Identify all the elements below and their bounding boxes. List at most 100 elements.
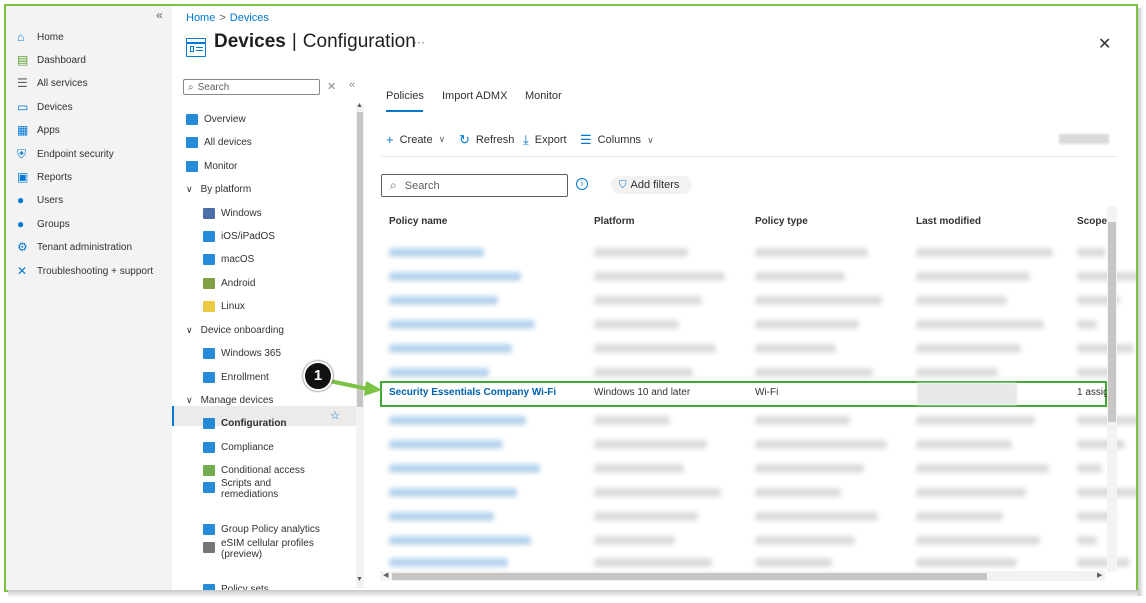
nav-item-tenant-administration[interactable]: ⚙ Tenant administration bbox=[17, 239, 132, 257]
table-horizontal-scrollbar-thumb[interactable] bbox=[392, 573, 987, 580]
menu-item-windows[interactable]: Windows bbox=[203, 204, 262, 222]
info-icon[interactable]: i bbox=[576, 178, 588, 190]
download-icon: ⤓ bbox=[523, 132, 529, 147]
export-label: Export bbox=[534, 134, 567, 146]
refresh-button[interactable]: ↻ Refresh bbox=[459, 132, 514, 148]
scroll-down-icon[interactable]: ▼ bbox=[356, 576, 363, 583]
chevron-down-icon[interactable]: ∨ bbox=[186, 184, 193, 195]
scroll-left-icon[interactable]: ◀ bbox=[383, 571, 388, 579]
blurred-table-cell bbox=[594, 488, 721, 497]
nav-item-label: Apps bbox=[37, 125, 60, 137]
menu-item-scripts-and[interactable]: Scripts and remediations bbox=[203, 478, 278, 500]
tab-import-admx[interactable]: Import ADMX bbox=[442, 90, 507, 102]
nav-item-label: Troubleshooting + support bbox=[37, 265, 154, 277]
table-vertical-scrollbar-thumb[interactable] bbox=[1108, 222, 1116, 422]
menu-item-linux[interactable]: Linux bbox=[203, 297, 245, 315]
nav-item-groups[interactable]: ● Groups bbox=[17, 215, 70, 233]
close-icon[interactable]: ✕ bbox=[1098, 34, 1111, 54]
blurred-table-cell bbox=[916, 272, 1030, 281]
column-header-policy-name[interactable]: Policy name bbox=[389, 216, 447, 227]
breadcrumb-devices[interactable]: Devices bbox=[230, 12, 269, 24]
menu-item-label: Linux bbox=[221, 300, 245, 312]
blurred-table-cell bbox=[755, 344, 836, 353]
home-icon: ⌂ bbox=[17, 29, 25, 44]
nav-item-all-services[interactable]: ☰ All services bbox=[17, 75, 88, 93]
menu-item-icon bbox=[203, 207, 215, 219]
menu-item-all-devices[interactable]: All devices bbox=[186, 133, 252, 151]
groups-icon: ● bbox=[17, 216, 25, 231]
blurred-table-cell bbox=[594, 368, 693, 377]
menu-item-monitor[interactable]: Monitor bbox=[186, 157, 237, 175]
collapse-menu-icon[interactable]: « bbox=[349, 79, 355, 91]
blurred-table-cell bbox=[1077, 464, 1102, 473]
blurred-table-cell bbox=[916, 248, 1053, 257]
menu-item-compliance[interactable]: Compliance bbox=[203, 438, 274, 456]
menu-item-icon bbox=[186, 113, 198, 125]
menu-item-label-line2: remediations bbox=[221, 489, 279, 500]
column-header-policy-type[interactable]: Policy type bbox=[755, 216, 808, 227]
menu-scrollbar[interactable]: ▲ ▼ bbox=[356, 102, 364, 588]
chevron-down-icon[interactable]: ∨ bbox=[186, 395, 193, 406]
table-horizontal-scrollbar[interactable]: ◀ ▶ bbox=[380, 571, 1105, 581]
menu-item-esim-cellular-profiles[interactable]: eSIM cellular profiles (preview) bbox=[203, 538, 314, 560]
table-vertical-scrollbar[interactable] bbox=[1107, 206, 1117, 572]
menu-item-label: Android bbox=[221, 277, 256, 289]
menu-item-overview[interactable]: Overview bbox=[186, 110, 246, 128]
menu-item-conditional-access[interactable]: Conditional access bbox=[203, 461, 305, 479]
nav-item-troubleshooting-support[interactable]: ✕ Troubleshooting + support bbox=[17, 262, 153, 280]
menu-item-label-line1: eSIM cellular profiles bbox=[221, 538, 314, 549]
tab-monitor[interactable]: Monitor bbox=[525, 90, 562, 102]
menu-item-label: Conditional access bbox=[221, 464, 305, 476]
nav-item-apps[interactable]: ▦ Apps bbox=[17, 122, 60, 140]
menu-item-enrollment[interactable]: Enrollment bbox=[203, 368, 269, 386]
collapse-nav-icon[interactable]: « bbox=[156, 8, 163, 22]
nav-item-users[interactable]: ● Users bbox=[17, 192, 63, 210]
menu-search-input[interactable]: ⌕ Search bbox=[183, 79, 320, 95]
menu-scrollbar-thumb[interactable] bbox=[357, 112, 363, 407]
wrench-icon: ✕ bbox=[17, 263, 28, 278]
menu-item-device-onboarding[interactable]: ∨ Device onboarding bbox=[186, 321, 284, 339]
favorite-star-icon[interactable]: ☆ bbox=[330, 409, 340, 422]
columns-button[interactable]: ☰ Columns ∨ bbox=[580, 132, 654, 148]
column-header-scope[interactable]: Scope bbox=[1077, 216, 1107, 227]
nav-item-reports[interactable]: ▣ Reports bbox=[17, 168, 72, 186]
blurred-table-cell bbox=[1077, 248, 1106, 257]
scroll-right-icon[interactable]: ▶ bbox=[1097, 571, 1102, 579]
column-header-platform[interactable]: Platform bbox=[594, 216, 635, 227]
menu-item-ios-ipados[interactable]: iOS/iPadOS bbox=[203, 227, 275, 245]
nav-item-home[interactable]: ⌂ Home bbox=[17, 28, 64, 46]
list-icon: ☰ bbox=[17, 76, 28, 91]
menu-item-manage-devices[interactable]: ∨ Manage devices bbox=[186, 391, 273, 409]
scroll-up-icon[interactable]: ▲ bbox=[356, 102, 363, 109]
blurred-table-cell bbox=[594, 512, 698, 521]
nav-item-endpoint-security[interactable]: ⛨ Endpoint security bbox=[17, 145, 114, 163]
create-button[interactable]: + Create ∨ bbox=[386, 132, 445, 147]
export-button[interactable]: ⤓ Export bbox=[523, 132, 567, 148]
menu-item-label: macOS bbox=[221, 253, 255, 265]
menu-item-windows-365[interactable]: Windows 365 bbox=[203, 344, 281, 362]
policy-name-link[interactable]: Security Essentials Company Wi-Fi bbox=[389, 387, 556, 398]
menu-item-label-line2: (preview) bbox=[221, 549, 263, 560]
tab-policies[interactable]: Policies bbox=[386, 90, 424, 102]
policy-scope: 1 assig bbox=[1077, 387, 1109, 398]
menu-item-by-platform[interactable]: ∨ By platform bbox=[186, 180, 251, 198]
menu-item-macos[interactable]: macOS bbox=[203, 250, 254, 268]
policy-search-input[interactable]: ⌕ Search bbox=[381, 174, 568, 197]
menu-item-group-policy-analytics[interactable]: Group Policy analytics bbox=[203, 520, 320, 538]
blurred-table-cell bbox=[389, 272, 521, 281]
menu-item-android[interactable]: Android bbox=[203, 274, 255, 292]
breadcrumb-home[interactable]: Home bbox=[186, 12, 215, 24]
plus-icon: + bbox=[386, 132, 394, 147]
column-header-last-modified[interactable]: Last modified bbox=[916, 216, 981, 227]
page-title-separator: | bbox=[291, 31, 297, 52]
nav-item-dashboard[interactable]: ▤ Dashboard bbox=[17, 51, 86, 69]
clear-search-icon[interactable]: ✕ bbox=[327, 80, 336, 93]
menu-item-configuration[interactable]: Configuration bbox=[203, 414, 287, 432]
nav-item-devices[interactable]: ▭ Devices bbox=[17, 98, 73, 116]
refresh-label: Refresh bbox=[475, 134, 515, 146]
add-filters-button[interactable]: ⛉ Add filters bbox=[611, 176, 692, 194]
more-options-icon[interactable]: ··· bbox=[413, 35, 425, 49]
blurred-count bbox=[1059, 134, 1109, 144]
chevron-down-icon[interactable]: ∨ bbox=[186, 325, 193, 336]
blurred-table-cell bbox=[594, 272, 725, 281]
